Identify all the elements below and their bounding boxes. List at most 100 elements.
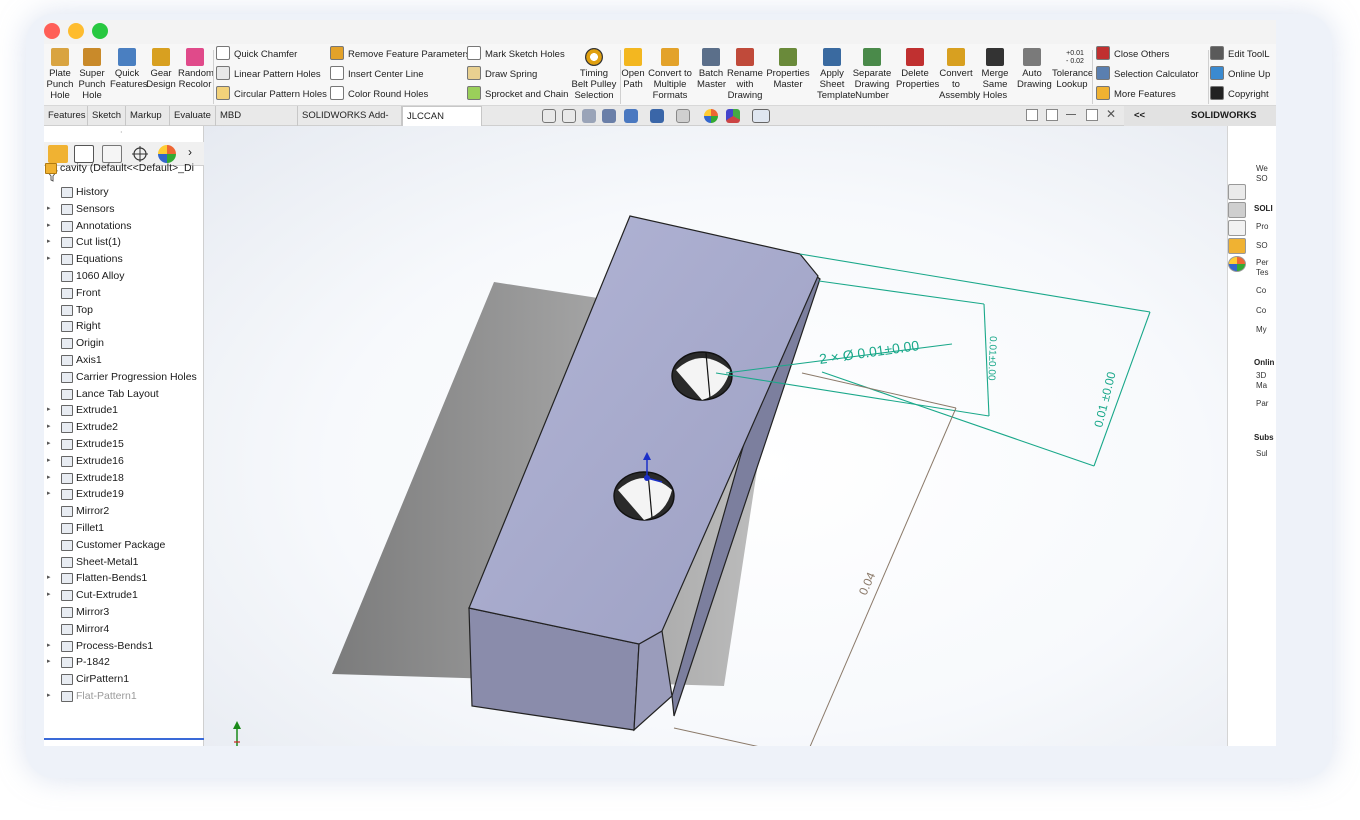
tab-sketch[interactable]: Sketch xyxy=(88,106,126,126)
graphics-viewport[interactable]: 2 × Ø 0.01±0.00 0.01±0.00 0.01 ±0.00 0.0… xyxy=(204,126,1227,746)
edit-appearance-icon[interactable] xyxy=(704,109,718,123)
ribbon-list-item[interactable]: Circular Pattern Holes xyxy=(216,86,327,104)
ribbon-list-item[interactable]: Close Others xyxy=(1096,46,1169,64)
batch-button[interactable]: Batch Master xyxy=(697,48,726,90)
tree-item[interactable]: Mirror2 xyxy=(44,503,204,520)
merge-holes-button[interactable]: Merge Same Holes xyxy=(981,48,1009,101)
tp-entry[interactable]: SO xyxy=(1256,241,1276,250)
ribbon-list-item[interactable]: Edit ToolL xyxy=(1210,46,1270,64)
tree-item[interactable]: ▸ Process-Bends1 xyxy=(44,638,204,655)
ribbon-list-item[interactable]: Insert Center Line xyxy=(330,66,424,84)
tree-item[interactable]: Axis1 xyxy=(44,352,204,369)
design-library-icon[interactable] xyxy=(1228,220,1246,236)
tile-window-icon[interactable] xyxy=(1026,109,1038,121)
collapse-pane-button[interactable]: << xyxy=(1134,106,1145,126)
timing-belt-pulley-selection-button[interactable]: Timing Belt Pulley Selection xyxy=(570,48,618,101)
close-doc-icon[interactable]: ✕ xyxy=(1106,107,1116,121)
tree-item[interactable]: ▸ P-1842 xyxy=(44,654,204,671)
quick-features-button[interactable]: Quick Features xyxy=(110,48,148,90)
ribbon-list-item[interactable]: Online Up xyxy=(1210,66,1270,84)
tab-features[interactable]: Features xyxy=(44,106,88,126)
tab-mbd-dimensions[interactable]: MBD Dimensions xyxy=(216,106,298,140)
gear-design-button[interactable]: Gear Design xyxy=(146,48,176,90)
ribbon-list-item[interactable]: Quick Chamfer xyxy=(216,46,297,64)
auto-drawing-button[interactable]: Auto Drawing xyxy=(1017,48,1052,90)
plate-punch-hole-button[interactable]: Plate Punch Hole xyxy=(46,48,74,101)
maximize-window-button[interactable] xyxy=(92,23,108,39)
tab-jlccan-toolbox[interactable]: JLCCAN Toolbox xyxy=(402,106,482,141)
restore-window-icon[interactable] xyxy=(1046,109,1058,121)
expand-arrow-icon[interactable]: ▸ xyxy=(47,419,51,436)
tree-item[interactable]: ▸ Extrude15 xyxy=(44,436,204,453)
tp-entry[interactable]: Co xyxy=(1256,306,1276,315)
more-tabs-chevron-icon[interactable]: › xyxy=(188,145,192,159)
tp-entry[interactable]: Per xyxy=(1256,258,1276,267)
maximize-doc-icon[interactable] xyxy=(1086,109,1098,121)
ribbon-list-item[interactable]: Copyright xyxy=(1210,86,1269,104)
expand-arrow-icon[interactable]: ▸ xyxy=(47,201,51,218)
tp-entry[interactable]: SO xyxy=(1256,174,1276,183)
ribbon-list-item[interactable]: Remove Feature Parameters xyxy=(330,46,471,64)
file-explorer-icon[interactable] xyxy=(1228,238,1246,254)
home-icon[interactable] xyxy=(1228,184,1246,200)
apply-scene-icon[interactable] xyxy=(726,109,740,123)
tree-item[interactable]: 1060 Alloy xyxy=(44,268,204,285)
tp-entry[interactable]: 3D xyxy=(1256,371,1276,380)
tp-entry[interactable]: Par xyxy=(1256,399,1276,408)
tree-item[interactable]: Customer Package xyxy=(44,537,204,554)
tree-item[interactable]: ▸ Extrude1 xyxy=(44,402,204,419)
expand-arrow-icon[interactable]: ▸ xyxy=(47,402,51,419)
ribbon-list-item[interactable]: Linear Pattern Holes xyxy=(216,66,321,84)
tree-item[interactable]: Origin xyxy=(44,335,204,352)
ribbon-list-item[interactable]: Color Round Holes xyxy=(330,86,428,104)
tree-item[interactable]: Fillet1 xyxy=(44,520,204,537)
expand-arrow-icon[interactable]: ▸ xyxy=(47,570,51,587)
minimize-window-button[interactable] xyxy=(68,23,84,39)
expand-arrow-icon[interactable]: ▸ xyxy=(47,638,51,655)
tp-entry[interactable]: My xyxy=(1256,325,1276,334)
tree-item[interactable]: ▸ Extrude18 xyxy=(44,470,204,487)
tp-entry[interactable]: Co xyxy=(1256,286,1276,295)
ribbon-list-item[interactable]: Mark Sketch Holes xyxy=(467,46,565,64)
tree-item[interactable]: Carrier Progression Holes xyxy=(44,369,204,386)
expand-arrow-icon[interactable]: ▸ xyxy=(47,470,51,487)
expand-arrow-icon[interactable]: ▸ xyxy=(47,436,51,453)
expand-arrow-icon[interactable]: ▸ xyxy=(47,453,51,470)
tree-item[interactable]: ▸ Cut list(1) xyxy=(44,234,204,251)
view-settings-icon[interactable] xyxy=(752,109,770,123)
ribbon-list-item[interactable]: Draw Spring xyxy=(467,66,537,84)
tab-solidworks-add-ins[interactable]: SOLIDWORKS Add-Ins xyxy=(298,106,402,140)
expand-arrow-icon[interactable]: ▸ xyxy=(47,486,51,503)
tree-item[interactable]: ▸ Extrude2 xyxy=(44,419,204,436)
separate-number-button[interactable]: Separate Drawing Number xyxy=(851,48,893,101)
resources-icon[interactable] xyxy=(1228,202,1246,218)
folder-button[interactable]: Open Path xyxy=(621,48,645,90)
expand-arrow-icon[interactable]: ▸ xyxy=(47,218,51,235)
tp-entry[interactable]: Ma xyxy=(1256,381,1276,390)
minimize-doc-icon[interactable] xyxy=(1066,114,1076,115)
tab-evaluate[interactable]: Evaluate xyxy=(170,106,216,126)
appearances-icon[interactable] xyxy=(1228,256,1246,272)
super-punch-hole-button[interactable]: Super Punch Hole xyxy=(76,48,108,101)
tree-item[interactable]: ▸ Flat-Pattern1 xyxy=(44,688,204,705)
tree-item[interactable]: ▸ Annotations xyxy=(44,218,204,235)
close-window-button[interactable] xyxy=(44,23,60,39)
ribbon-list-item[interactable]: Sprocket and Chain xyxy=(467,86,568,104)
tree-item[interactable]: Mirror3 xyxy=(44,604,204,621)
tree-item[interactable]: ▸ Extrude16 xyxy=(44,453,204,470)
zoom-to-area-icon[interactable] xyxy=(562,109,576,123)
tree-item[interactable]: ▸ Flatten-Bends1 xyxy=(44,570,204,587)
properties-button[interactable]: Properties Master xyxy=(765,48,811,90)
panel-collapse-handle[interactable]: ⋅ xyxy=(120,128,123,137)
tree-item[interactable]: Right xyxy=(44,318,204,335)
sheet-template-button[interactable]: Apply Sheet Template xyxy=(817,48,856,101)
expand-arrow-icon[interactable]: ▸ xyxy=(47,234,51,251)
tree-item[interactable]: Top xyxy=(44,302,204,319)
tree-root-part[interactable]: cavity (Default<<Default>_Di xyxy=(44,160,204,177)
rename-button[interactable]: Rename with Drawing xyxy=(727,48,763,101)
display-style-icon[interactable] xyxy=(650,109,664,123)
tree-item[interactable]: Front xyxy=(44,285,204,302)
hide-show-items-icon[interactable] xyxy=(676,109,690,123)
convert-button[interactable]: Convert to Multiple Formats xyxy=(646,48,694,101)
rollback-bar[interactable] xyxy=(44,738,204,740)
